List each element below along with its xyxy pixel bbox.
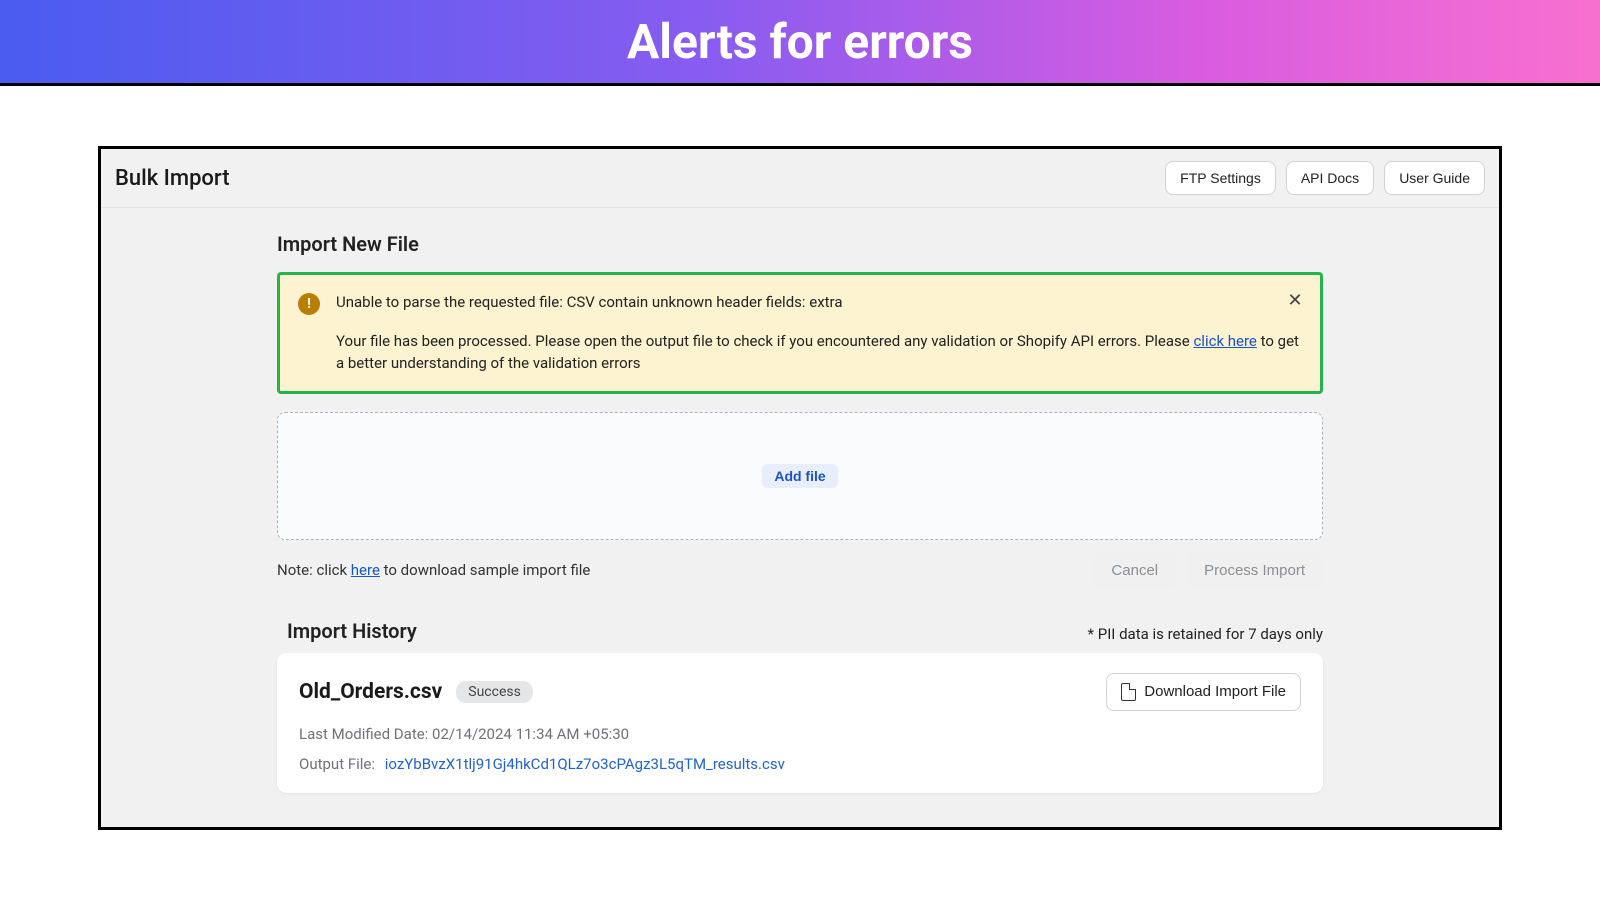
alert-click-here-link[interactable]: click here: [1193, 332, 1256, 350]
file-icon: [1121, 683, 1136, 701]
page-title: Bulk Import: [115, 166, 230, 191]
last-modified-date: Last Modified Date: 02/14/2024 11:34 AM …: [299, 725, 1301, 743]
history-filename: Old_Orders.csv: [299, 680, 442, 704]
file-dropzone[interactable]: Add file: [277, 412, 1323, 540]
history-item: Old_Orders.csv Success Download Import F…: [277, 653, 1323, 793]
warning-icon: !: [298, 293, 320, 315]
status-badge: Success: [456, 681, 533, 703]
process-import-button[interactable]: Process Import: [1186, 552, 1323, 589]
sample-download-link[interactable]: here: [351, 561, 380, 579]
sample-file-note: Note: click here to download sample impo…: [277, 561, 590, 579]
output-file-row: Output File: iozYbBvzX1tlj91Gj4hkCd1QLz7…: [299, 755, 1301, 773]
import-section-title: Import New File: [277, 232, 1323, 256]
ftp-settings-button[interactable]: FTP Settings: [1165, 161, 1276, 195]
page-banner: Alerts for errors: [0, 0, 1600, 86]
output-file-link[interactable]: iozYbBvzX1tlj91Gj4hkCd1QLz7o3cPAgz3L5qTM…: [385, 755, 785, 773]
user-guide-button[interactable]: User Guide: [1384, 161, 1485, 195]
pii-retention-note: * PII data is retained for 7 days only: [1088, 625, 1323, 643]
close-icon[interactable]: ✕: [1284, 289, 1306, 311]
add-file-button[interactable]: Add file: [762, 464, 837, 488]
alert-message-primary: Unable to parse the requested file: CSV …: [336, 291, 1302, 314]
app-frame: Bulk Import FTP Settings API Docs User G…: [98, 146, 1502, 830]
error-alert: ! Unable to parse the requested file: CS…: [277, 272, 1323, 394]
alert-message-secondary: Your file has been processed. Please ope…: [336, 330, 1302, 375]
history-section-title: Import History: [287, 619, 417, 643]
cancel-button[interactable]: Cancel: [1093, 552, 1176, 589]
api-docs-button[interactable]: API Docs: [1286, 161, 1374, 195]
download-import-file-button[interactable]: Download Import File: [1106, 673, 1301, 711]
app-header: Bulk Import FTP Settings API Docs User G…: [101, 149, 1499, 208]
banner-title: Alerts for errors: [627, 13, 973, 70]
